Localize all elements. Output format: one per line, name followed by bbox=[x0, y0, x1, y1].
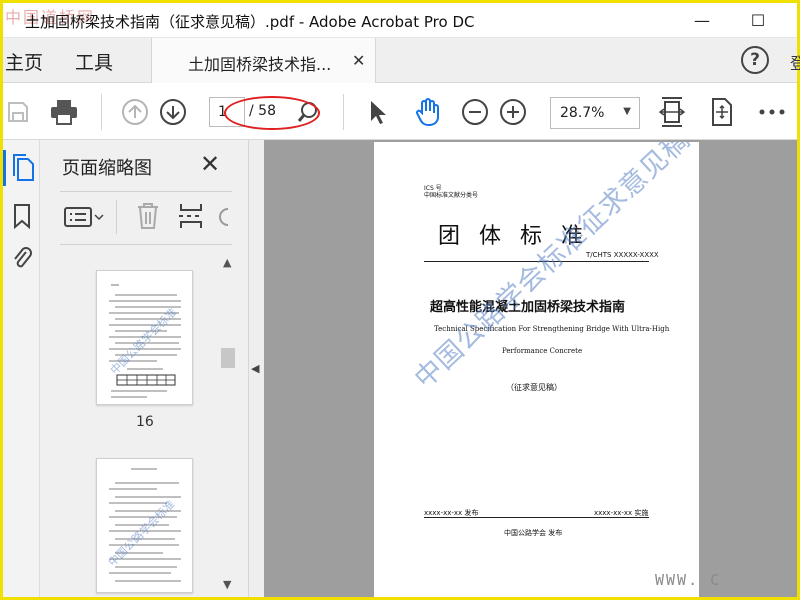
draft-note: （征求意见稿） bbox=[506, 383, 562, 392]
fit-width-icon bbox=[659, 97, 685, 127]
rotate-page-button[interactable] bbox=[216, 206, 230, 230]
publisher: 中国公路学会 发布 bbox=[504, 529, 563, 537]
full-screen-button[interactable] bbox=[705, 95, 739, 129]
zoom-level-select[interactable]: 28.7% ▼ bbox=[550, 97, 640, 129]
panel-collapse-handle[interactable]: ◀ bbox=[248, 140, 264, 597]
arrow-down-circle-icon bbox=[160, 99, 186, 125]
more-tools-button[interactable] bbox=[755, 95, 789, 129]
minimize-button[interactable]: — bbox=[687, 7, 717, 33]
bookmark-icon bbox=[13, 204, 30, 229]
annotation-circle bbox=[224, 96, 320, 130]
save-button[interactable] bbox=[3, 95, 33, 129]
rotate-icon bbox=[219, 208, 229, 226]
site-watermark-url: WWW. C bbox=[655, 571, 722, 589]
maximize-button[interactable]: ☐ bbox=[743, 7, 773, 33]
maximize-icon: ☐ bbox=[750, 10, 766, 30]
thumbnail-options-button[interactable] bbox=[64, 202, 108, 232]
hand-icon bbox=[416, 98, 439, 127]
printer-icon bbox=[51, 100, 77, 125]
svg-text:中国公路学会标准: 中国公路学会标准 bbox=[107, 305, 179, 377]
document-tab-label: 土加固桥梁技术指... bbox=[188, 55, 332, 74]
zoom-in-icon bbox=[500, 99, 526, 125]
page-thumbnail[interactable]: 中国公路学会标准 bbox=[96, 270, 193, 405]
options-menu-icon bbox=[64, 207, 104, 227]
panel-divider bbox=[60, 244, 232, 245]
thumbnail-page-number: 16 bbox=[136, 414, 154, 430]
toolbar-separator bbox=[343, 94, 344, 130]
thumbnail-scrollbar[interactable] bbox=[218, 252, 238, 597]
thumbnail-preview: 中国公路学会标准 bbox=[107, 284, 181, 398]
next-page-button[interactable] bbox=[156, 95, 190, 129]
page-thumbnail[interactable]: 中国公路学会标准 bbox=[96, 458, 193, 593]
page-thumbnails-button[interactable] bbox=[3, 150, 40, 186]
trash-icon bbox=[138, 203, 158, 229]
sign-in-label[interactable]: 登 bbox=[790, 50, 800, 74]
thumbnail-preview: 中国公路学会标准 bbox=[105, 468, 181, 582]
chevron-left-icon[interactable]: ◀ bbox=[251, 362, 259, 375]
print-button[interactable] bbox=[47, 95, 81, 129]
window-title: 土加固桥梁技术指南（征求意见稿）.pdf - Adobe Acrobat Pro… bbox=[25, 13, 475, 31]
toolbar: 1 / 58 28.7% ▼ bbox=[3, 83, 797, 140]
panel-title: 页面缩略图 bbox=[62, 158, 152, 179]
zoom-in-button[interactable] bbox=[497, 95, 529, 129]
minimize-icon: — bbox=[694, 10, 710, 30]
thumbnails-panel: 页面缩略图 ✕ 中国公路学会标准 16 中国公路学会标准 ▲ ▼ bbox=[40, 140, 248, 597]
scroll-down-icon[interactable]: ▼ bbox=[223, 578, 231, 591]
hand-tool-button[interactable] bbox=[411, 95, 445, 129]
document-watermark: 中国公路学会标准征求意见稿 bbox=[408, 142, 697, 395]
panel-separator bbox=[116, 200, 117, 234]
insert-page-button[interactable] bbox=[178, 202, 204, 234]
svg-text:中国公路学会标准: 中国公路学会标准 bbox=[105, 497, 177, 569]
select-tool-button[interactable] bbox=[363, 95, 393, 129]
document-view[interactable]: ICS 号 中国标准文献分类号 团 体 标 准 T/CHTS XXXXX-XXX… bbox=[264, 140, 797, 597]
tab-bar: 主页 工具 土加固桥梁技术指... ✕ ? 登 bbox=[3, 38, 800, 83]
close-tab-icon[interactable]: ✕ bbox=[352, 51, 365, 70]
tab-document[interactable]: 土加固桥梁技术指... ✕ bbox=[151, 38, 376, 83]
zoom-out-icon bbox=[462, 99, 488, 125]
help-icon[interactable]: ? bbox=[741, 46, 769, 74]
document-title-en-2: Performance Concrete bbox=[502, 347, 583, 355]
close-panel-icon[interactable]: ✕ bbox=[200, 150, 220, 178]
fit-page-button[interactable] bbox=[655, 95, 689, 129]
classification-label: 中国标准文献分类号 bbox=[424, 192, 479, 199]
scrollbar-thumb[interactable] bbox=[221, 348, 235, 368]
cursor-arrow-icon bbox=[371, 101, 386, 124]
toolbar-separator bbox=[101, 94, 102, 130]
paperclip-icon bbox=[13, 247, 32, 268]
pages-icon bbox=[13, 154, 34, 181]
expand-icon bbox=[712, 98, 732, 126]
previous-page-button[interactable] bbox=[118, 95, 152, 129]
tab-home[interactable]: 主页 bbox=[5, 48, 43, 75]
insert-pages-icon bbox=[179, 204, 202, 228]
more-icon bbox=[759, 109, 785, 115]
panel-divider bbox=[60, 191, 232, 192]
bookmarks-button[interactable] bbox=[3, 198, 40, 234]
scroll-up-icon[interactable]: ▲ bbox=[223, 256, 231, 269]
navigation-rail bbox=[3, 140, 40, 597]
delete-page-button[interactable] bbox=[136, 202, 160, 234]
save-icon bbox=[8, 102, 28, 122]
tab-tools[interactable]: 工具 bbox=[75, 48, 113, 75]
arrow-up-circle-icon bbox=[122, 99, 148, 125]
zoom-level-value: 28.7% bbox=[560, 105, 605, 121]
zoom-out-button[interactable] bbox=[459, 95, 491, 129]
attachments-button[interactable] bbox=[3, 240, 40, 276]
standard-number: T/CHTS XXXXX-XXXX bbox=[586, 251, 659, 259]
pdf-page: ICS 号 中国标准文献分类号 团 体 标 准 T/CHTS XXXXX-XXX… bbox=[374, 142, 699, 597]
chevron-down-icon: ▼ bbox=[623, 106, 631, 117]
footer-rule bbox=[424, 517, 649, 518]
title-bar: 中国道桥网 土加固桥梁技术指南（征求意见稿）.pdf - Adobe Acrob… bbox=[3, 3, 797, 38]
